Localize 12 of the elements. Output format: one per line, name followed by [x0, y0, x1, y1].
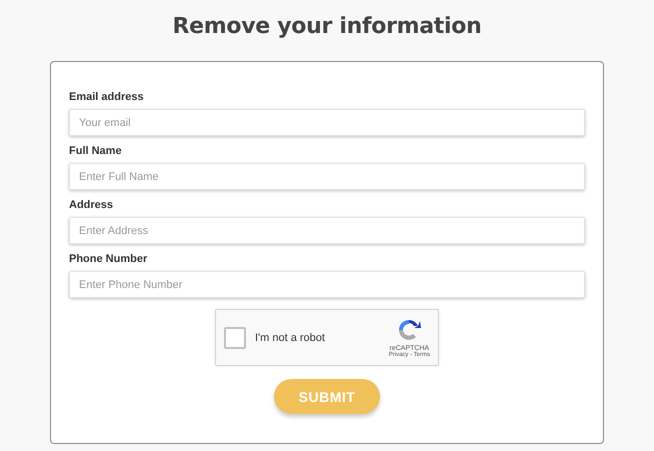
field-label: Email address [69, 90, 145, 104]
recaptcha-icon [396, 317, 422, 343]
input-field[interactable]: Enter Phone Number [69, 271, 585, 298]
field-label: Address [69, 198, 114, 212]
checkbox[interactable] [224, 326, 246, 348]
input-field[interactable]: Enter Full Name [69, 163, 585, 190]
input-field[interactable]: Enter Address [69, 217, 585, 244]
input-field[interactable]: Your email [69, 109, 585, 136]
field-label: Phone Number [69, 252, 148, 266]
page-title: Remove your information [172, 13, 482, 41]
captcha-label: I'm not a robot [255, 332, 326, 344]
field-label: Full Name [69, 144, 123, 158]
